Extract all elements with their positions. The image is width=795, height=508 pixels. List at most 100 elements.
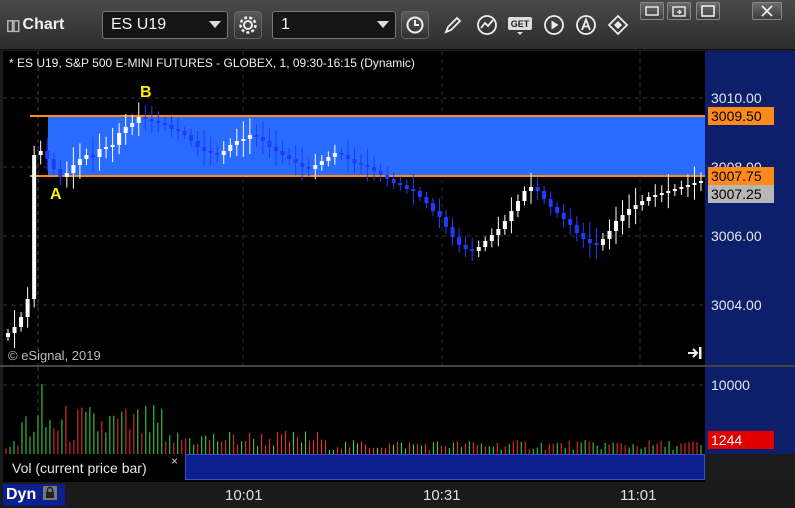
candle-body <box>594 243 599 245</box>
candle-body <box>228 145 233 151</box>
candle-body <box>6 333 10 337</box>
candle-body <box>300 163 305 167</box>
candle-body <box>241 139 246 141</box>
drag-handle-icon[interactable]: ▯▯ <box>6 16 20 34</box>
symbol-value: ES U19 <box>111 16 167 33</box>
time-label: 10:31 <box>423 487 461 504</box>
candle-body <box>175 129 180 131</box>
candle-body <box>633 205 638 209</box>
candle-body <box>345 155 350 159</box>
price-label: 3006.00 <box>711 228 762 244</box>
candle-body <box>581 233 586 239</box>
candle-body <box>515 201 520 211</box>
candle-body <box>84 155 89 159</box>
get-data-button[interactable]: GET <box>507 11 533 39</box>
candle-body <box>640 201 645 205</box>
candle-body <box>561 213 566 219</box>
price-zone[interactable] <box>48 116 705 176</box>
candle-body <box>254 135 259 137</box>
candle-body <box>627 209 632 215</box>
time-label: 11:01 <box>620 487 657 504</box>
close-study-icon[interactable]: × <box>171 454 178 468</box>
candle-body <box>587 239 592 243</box>
chart-line-icon <box>477 15 497 35</box>
maximize-button[interactable] <box>696 2 720 20</box>
close-button[interactable] <box>752 2 782 20</box>
candle-body <box>555 207 560 213</box>
candle-body <box>614 221 619 231</box>
marker-b[interactable]: B <box>140 84 152 102</box>
pencil-icon <box>444 16 462 34</box>
candle-body <box>195 141 200 147</box>
interval-dropdown[interactable]: 1 <box>272 11 396 39</box>
candle-body <box>620 215 625 221</box>
candle-body <box>64 173 69 177</box>
link-button[interactable] <box>605 11 631 39</box>
candle-body <box>110 145 115 147</box>
window-title: ▯▯ Chart <box>6 14 64 36</box>
window-title-text: Chart <box>22 16 65 33</box>
candle-body <box>489 235 494 241</box>
candle-body <box>385 175 390 179</box>
candle-body <box>293 159 298 163</box>
candle-body <box>19 317 24 327</box>
candle-body <box>359 163 364 165</box>
time-axis[interactable] <box>0 482 795 508</box>
symbol-dropdown[interactable]: ES U19 <box>102 11 228 39</box>
chart-toolbar: ▯▯ Chart ES U19 1 GET <box>0 0 795 50</box>
candle-body <box>372 167 377 171</box>
studies-button[interactable] <box>474 11 500 39</box>
candle-body <box>156 121 161 123</box>
restore-button[interactable] <box>667 2 691 20</box>
candle-body <box>470 249 475 251</box>
alert-a-icon <box>576 15 596 35</box>
candle-body <box>12 327 17 333</box>
candle-body <box>424 197 429 203</box>
candle-body <box>274 147 279 151</box>
upper-line-price-tag: 3009.50 <box>708 107 774 125</box>
candle-body <box>169 125 174 129</box>
price-chart[interactable]: A B <box>3 51 705 365</box>
candle-body <box>326 157 331 161</box>
volume-study-label[interactable]: Vol (current price bar) <box>6 457 184 479</box>
candle-body <box>529 187 534 191</box>
candle-body <box>71 165 76 173</box>
candle-body <box>332 153 337 157</box>
marker-a[interactable]: A <box>50 186 62 204</box>
candle-body <box>189 135 194 141</box>
chevron-down-icon <box>377 21 389 28</box>
scroll-to-end-button[interactable] <box>686 346 704 365</box>
dynamic-mode-label: Dyn <box>6 486 37 503</box>
candle-body <box>378 171 383 175</box>
scroll-end-icon <box>688 347 702 359</box>
volume-bars <box>5 384 702 454</box>
time-template-button[interactable] <box>401 11 429 39</box>
volume-chart[interactable] <box>3 367 705 454</box>
lower-line-price-tag: 3007.75 <box>708 167 774 185</box>
restore-icon <box>672 6 686 17</box>
chevron-down-icon <box>209 21 221 28</box>
get-icon: GET <box>508 17 532 35</box>
candle-body <box>522 191 527 201</box>
gear-icon <box>239 16 257 34</box>
candle-body <box>202 147 207 151</box>
candle-body <box>391 179 396 183</box>
alerts-button[interactable] <box>573 11 599 39</box>
replay-button[interactable] <box>541 11 567 39</box>
dynamic-mode-button[interactable]: Dyn <box>3 484 65 506</box>
candle-body <box>182 131 187 135</box>
candle-body <box>287 155 292 159</box>
candle-body <box>136 117 141 123</box>
candle-body <box>607 231 612 239</box>
candle-body <box>319 161 324 165</box>
minimize-icon <box>645 6 659 16</box>
candle-body <box>659 193 664 195</box>
volume-current-tag: 1244 <box>708 431 774 449</box>
minimize-button[interactable] <box>640 2 664 20</box>
price-label: 3010.00 <box>711 90 762 106</box>
draw-tool-button[interactable] <box>440 11 466 39</box>
volume-chart-canvas <box>3 367 705 454</box>
candle-body <box>502 221 507 229</box>
candle-body <box>313 165 318 169</box>
settings-button[interactable] <box>234 11 262 39</box>
